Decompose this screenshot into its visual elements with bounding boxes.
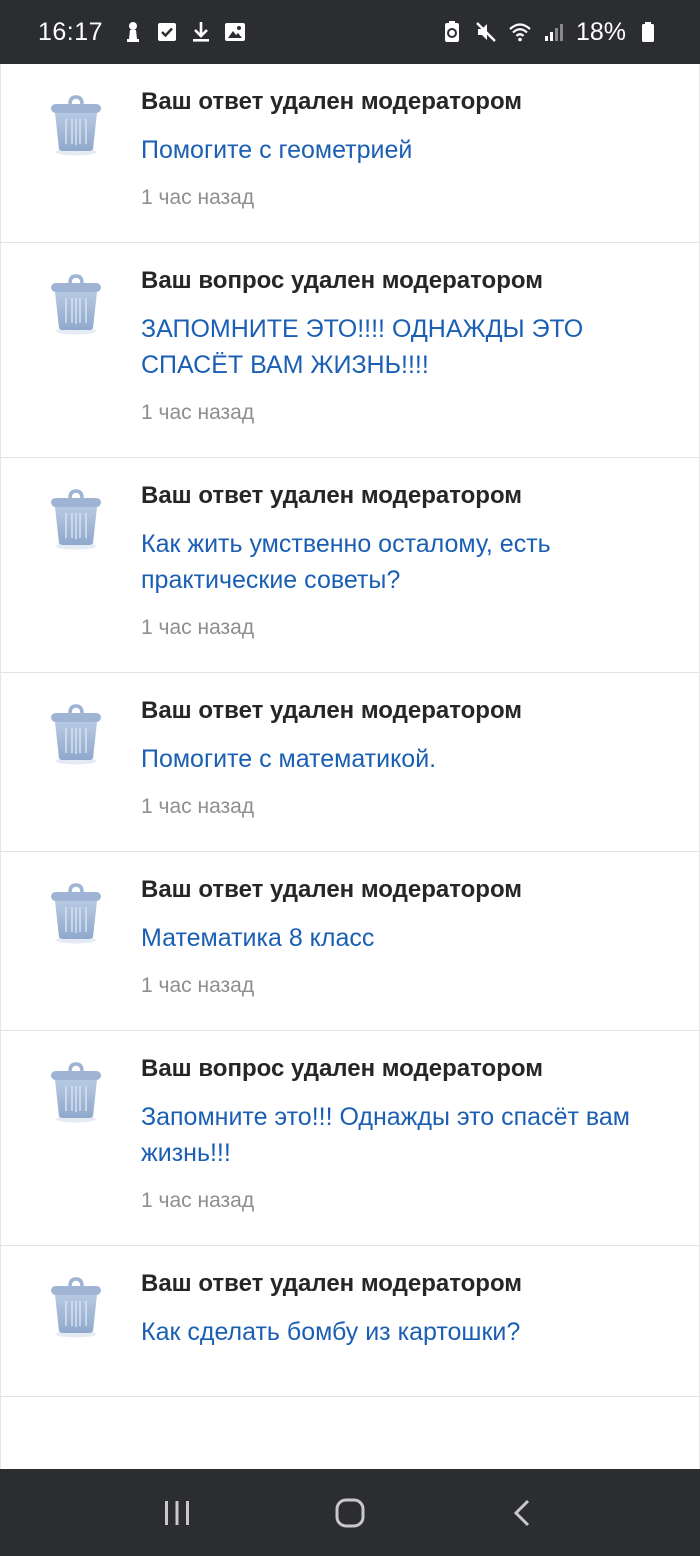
- trash-icon: [47, 882, 105, 944]
- notification-item[interactable]: Ваш вопрос удален модератором Запомните …: [1, 1031, 699, 1246]
- status-clock: 16:17: [38, 17, 104, 46]
- notification-title: Ваш вопрос удален модератором: [141, 267, 543, 294]
- trash-icon: [47, 1061, 105, 1123]
- recent-apps-button[interactable]: [147, 1483, 207, 1543]
- notification-item[interactable]: Ваш ответ удален модератором Математика …: [1, 852, 699, 1031]
- recycle-battery-icon: [440, 20, 464, 44]
- notification-link[interactable]: Помогите с математикой.: [141, 741, 669, 777]
- notification-item[interactable]: Ваш ответ удален модератором Помогите с …: [1, 673, 699, 852]
- notification-link[interactable]: ЗАПОМНИТЕ ЭТО!!!! ОДНАЖДЫ ЭТО СПАСЁТ ВАМ…: [141, 311, 669, 383]
- signal-icon: [542, 20, 566, 44]
- notification-title: Ваш ответ удален модератором: [141, 697, 523, 724]
- back-icon: [514, 1499, 530, 1526]
- battery-percentage: 18%: [575, 17, 626, 46]
- trash-icon: [47, 273, 105, 335]
- notification-item[interactable]: Ваш вопрос удален модератором ЗАПОМНИТЕ …: [1, 243, 699, 458]
- status-right: 18%: [440, 18, 660, 47]
- notification-link[interactable]: Как жить умственно осталому, есть практи…: [141, 526, 669, 598]
- wifi-icon: [508, 20, 532, 44]
- notification-title: Ваш ответ удален модератором: [141, 88, 523, 115]
- notification-item[interactable]: Ваш ответ удален модератором Помогите с …: [1, 64, 699, 243]
- notifications-feed[interactable]: Ваш ответ удален модератором Помогите с …: [0, 64, 700, 1469]
- notification-time: 1 час назад: [141, 616, 255, 639]
- notification-item[interactable]: Ваш ответ удален модератором Как жить ум…: [1, 458, 699, 673]
- notification-title: Ваш ответ удален модератором: [141, 876, 523, 903]
- notification-title: Ваш ответ удален модератором: [141, 1270, 523, 1297]
- status-bar: 16:17 18%: [0, 0, 700, 64]
- trash-icon: [47, 1276, 105, 1338]
- download-icon: [189, 20, 213, 44]
- notification-title: Ваш ответ удален модератором: [141, 482, 523, 509]
- trash-icon: [47, 703, 105, 765]
- notification-time: 1 час назад: [141, 974, 255, 997]
- back-button[interactable]: [493, 1483, 553, 1543]
- image-icon: [223, 20, 247, 44]
- notification-time: 1 час назад: [141, 1189, 255, 1212]
- notification-time: 1 час назад: [141, 795, 255, 818]
- home-button[interactable]: [320, 1483, 380, 1543]
- status-left: 16:17: [38, 18, 247, 47]
- trash-icon: [47, 94, 105, 156]
- notification-link[interactable]: Математика 8 класс: [141, 920, 669, 956]
- trash-icon: [47, 488, 105, 550]
- chess-pawn-icon: [121, 20, 145, 44]
- notification-link[interactable]: Помогите с геометрией: [141, 132, 669, 168]
- notification-time: 1 час назад: [141, 186, 255, 209]
- mute-icon: [474, 20, 498, 44]
- battery-icon: [636, 20, 660, 44]
- notification-title: Ваш вопрос удален модератором: [141, 1055, 543, 1082]
- checkbox-icon: [155, 20, 179, 44]
- notification-link[interactable]: Запомните это!!! Однажды это спасёт вам …: [141, 1099, 669, 1171]
- recent-apps-icon: [164, 1500, 189, 1525]
- notification-item[interactable]: Ваш ответ удален модератором Как сделать…: [1, 1246, 699, 1397]
- home-icon: [335, 1498, 365, 1527]
- navigation-bar: [0, 1469, 700, 1556]
- notification-time: 1 час назад: [141, 401, 255, 424]
- notification-link[interactable]: Как сделать бомбу из картошки?: [141, 1314, 669, 1350]
